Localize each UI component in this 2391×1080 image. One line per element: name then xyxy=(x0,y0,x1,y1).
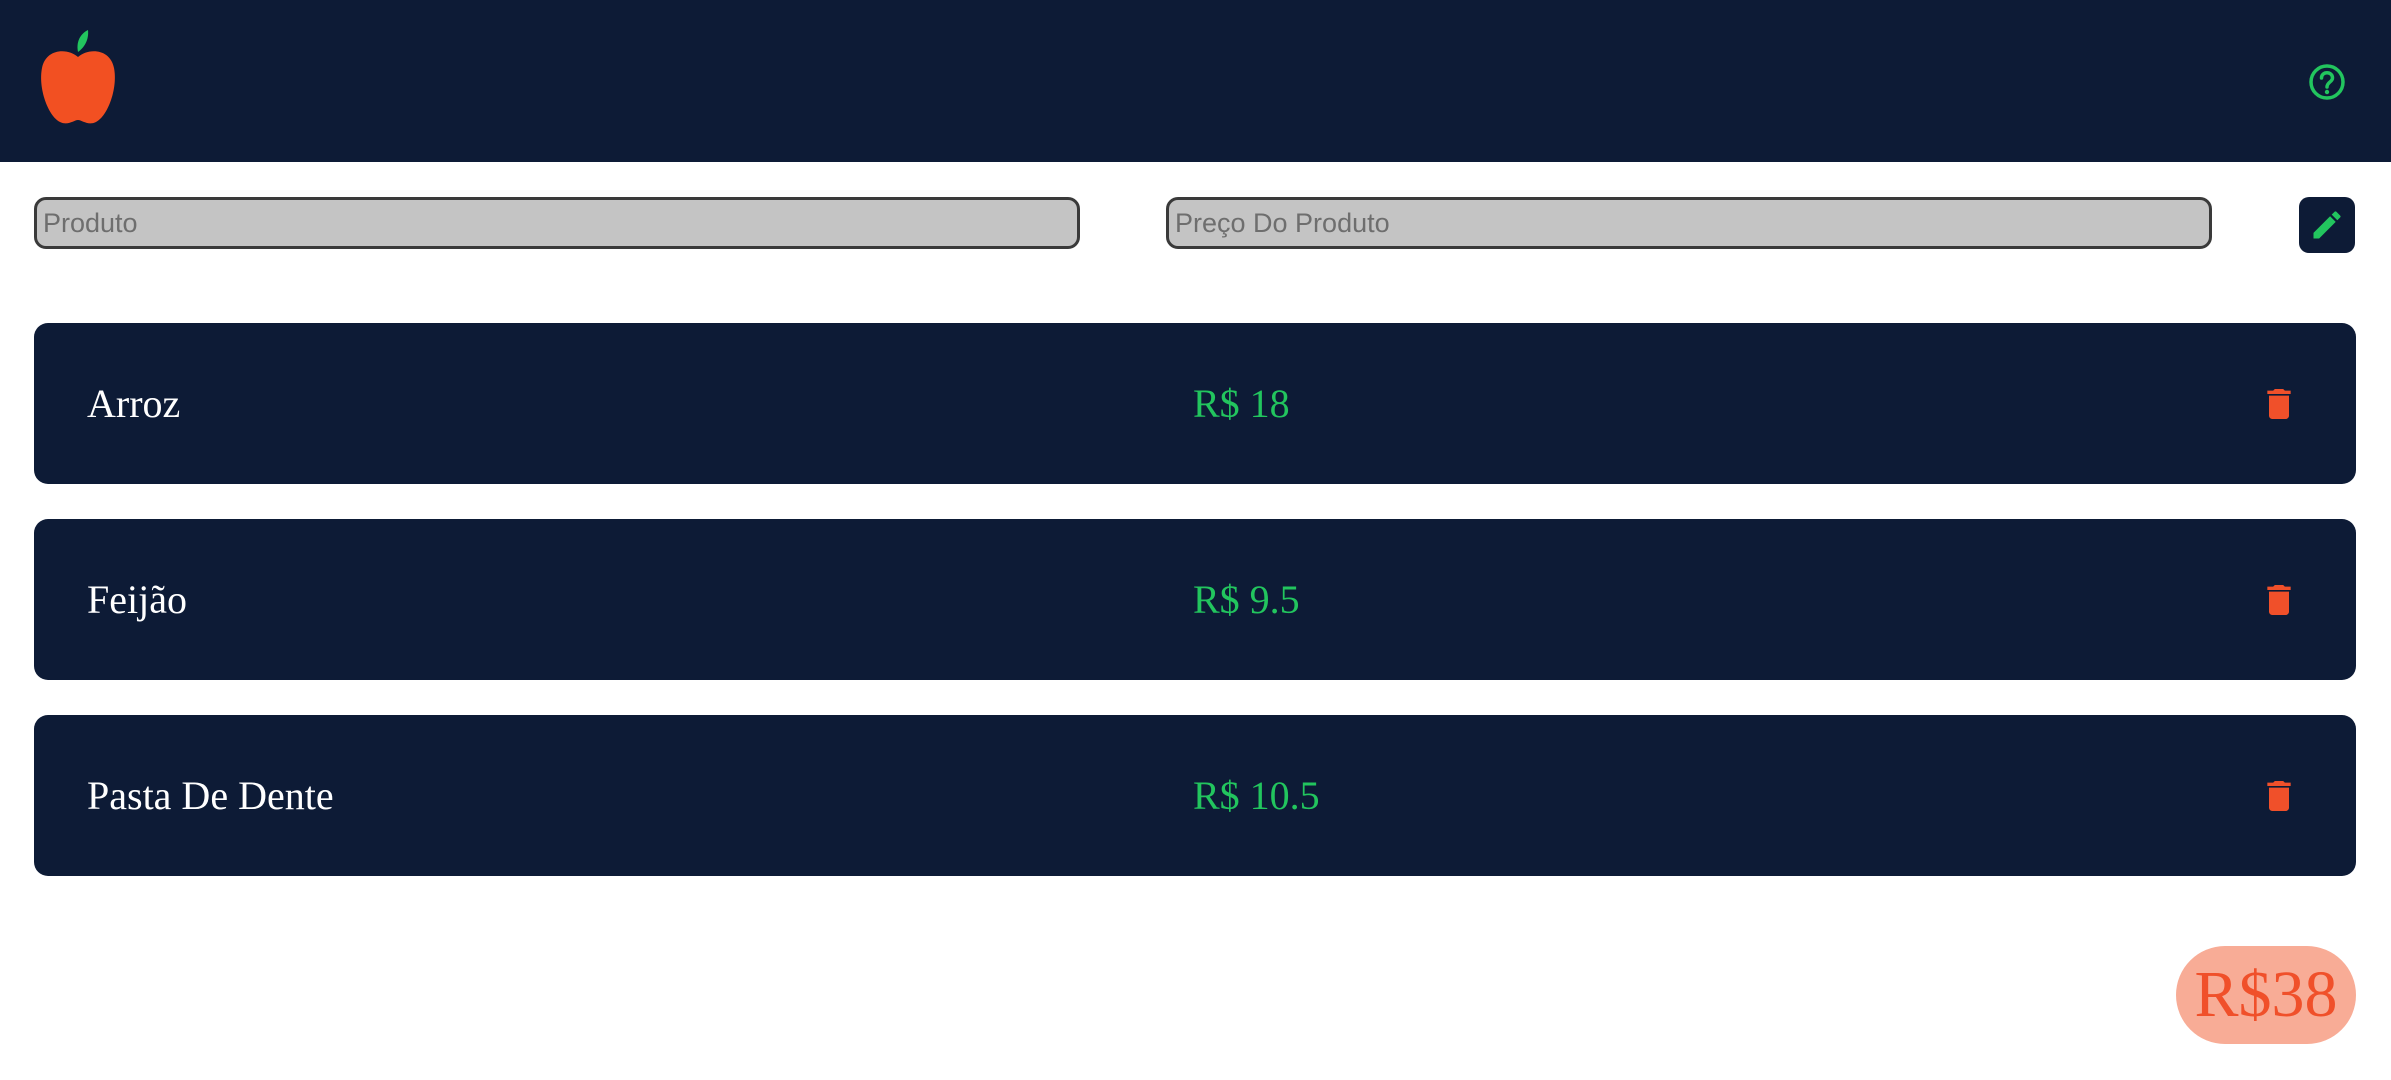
item-price: R$ 18 xyxy=(1193,381,1290,426)
item-name: Feijão xyxy=(87,577,187,622)
trash-icon[interactable] xyxy=(2259,776,2299,816)
item-price: R$ 9.5 xyxy=(1193,577,1300,622)
list-item: Arroz R$ 18 xyxy=(34,323,2356,484)
top-bar xyxy=(0,0,2391,162)
product-name-input[interactable] xyxy=(34,197,1080,249)
trash-icon[interactable] xyxy=(2259,384,2299,424)
item-name: Pasta De Dente xyxy=(87,773,334,818)
apple-icon xyxy=(41,30,115,124)
total-badge: R$38 xyxy=(2176,946,2356,1044)
add-item-button[interactable] xyxy=(2299,197,2355,253)
item-price: R$ 10.5 xyxy=(1193,773,1320,818)
pencil-icon xyxy=(2313,211,2341,239)
list-item: Feijão R$ 9.5 xyxy=(34,519,2356,680)
trash-icon[interactable] xyxy=(2259,580,2299,620)
list-item: Pasta De Dente R$ 10.5 xyxy=(34,715,2356,876)
item-name: Arroz xyxy=(87,381,181,426)
help-circle-icon[interactable] xyxy=(2308,63,2346,101)
product-price-input[interactable] xyxy=(1166,197,2212,249)
